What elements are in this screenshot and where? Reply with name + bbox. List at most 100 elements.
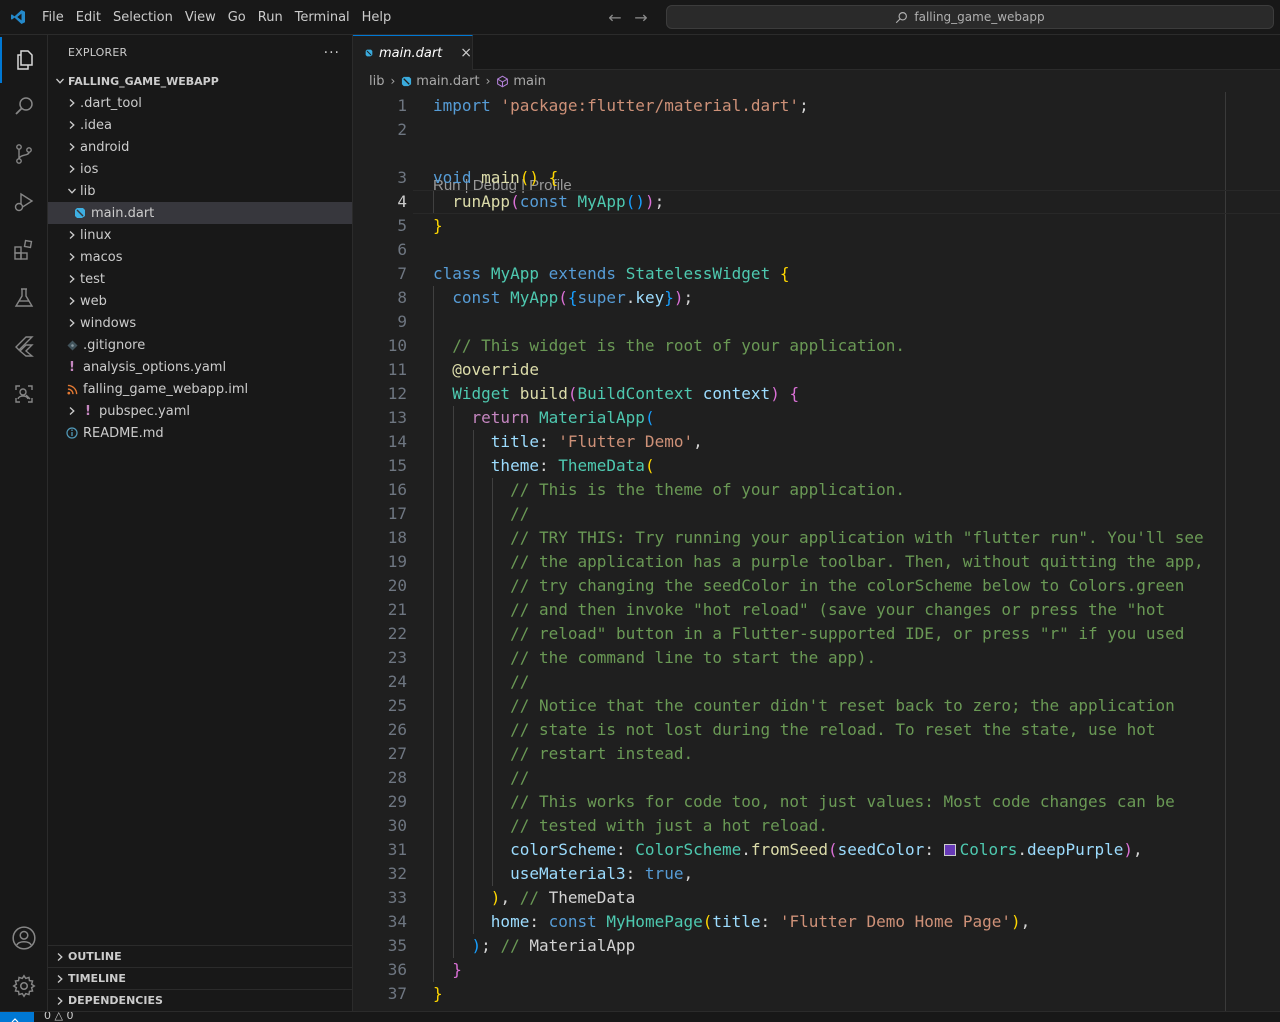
chevron-right-icon <box>64 318 80 328</box>
code-token: // restart instead. <box>510 744 694 763</box>
code-token: // <box>510 504 530 523</box>
menu-go[interactable]: Go <box>222 0 252 35</box>
color-swatch-icon[interactable] <box>943 844 956 856</box>
panel-title: OUTLINE <box>68 950 122 963</box>
code-line: 10 // This widget is the root of your ap… <box>353 334 1280 358</box>
line-source: // Notice that the counter didn't reset … <box>433 694 1175 718</box>
testing-icon[interactable] <box>0 275 48 321</box>
chevron-right-icon <box>64 252 80 262</box>
tree-item-lib[interactable]: lib <box>48 180 352 202</box>
code-token: MyApp <box>490 264 539 283</box>
code-token: colorScheme <box>510 840 617 859</box>
tree-item-label: .dart_tool <box>80 95 142 111</box>
line-number: 37 <box>387 984 407 1003</box>
line-number: 4 <box>397 192 407 211</box>
project-folder-header[interactable]: FALLING_GAME_WEBAPP <box>48 70 352 92</box>
run-debug-icon[interactable] <box>0 179 48 225</box>
remote-indicator-button[interactable] <box>0 1012 34 1022</box>
menu-edit[interactable]: Edit <box>70 0 107 35</box>
line-source: ), // ThemeData <box>433 886 636 910</box>
menu-help[interactable]: Help <box>356 0 398 35</box>
back-arrow-icon[interactable]: ← <box>606 8 624 27</box>
explorer-icon[interactable] <box>0 37 48 83</box>
tree-item-dart-tool[interactable]: .dart_tool <box>48 92 352 114</box>
breadcrumb-item-file[interactable]: main.dart <box>416 74 479 89</box>
tree-item-idea[interactable]: .idea <box>48 114 352 136</box>
search-icon <box>896 11 908 23</box>
search-icon[interactable] <box>0 83 48 129</box>
dart-file-icon <box>72 207 88 219</box>
tab-main-dart[interactable]: main.dart × <box>353 35 473 70</box>
code-token: . <box>741 840 751 859</box>
menu-file[interactable]: File <box>36 0 70 35</box>
code-token: // This is the theme of your application… <box>510 480 906 499</box>
tree-item-main-dart[interactable]: main.dart <box>48 202 352 224</box>
code-token: { <box>779 264 790 283</box>
chevron-down-icon <box>52 76 68 86</box>
tree-item-web[interactable]: web <box>48 290 352 312</box>
code-token: // <box>519 888 549 907</box>
tree-item-analysis-options-yaml[interactable]: ! analysis_options.yaml <box>48 356 352 378</box>
code-token: // state is not lost during the reload. … <box>510 720 1156 739</box>
tree-item-macos[interactable]: macos <box>48 246 352 268</box>
code-token: // reload" button in a Flutter-supported… <box>510 624 1185 643</box>
dart-file-icon <box>402 76 412 86</box>
code-token: // the command line to start the app). <box>510 648 877 667</box>
line-number: 28 <box>387 768 407 787</box>
code-line: 20 // try changing the seedColor in the … <box>353 574 1280 598</box>
code-line: 5} <box>353 214 1280 238</box>
more-actions-icon[interactable]: ··· <box>324 45 340 61</box>
panel-timeline[interactable]: TIMELINE <box>48 967 352 989</box>
code-token: // Notice that the counter didn't reset … <box>510 696 1175 715</box>
tree-item-gitignore[interactable]: .gitignore <box>48 334 352 356</box>
remote-explorer-icon[interactable] <box>0 371 48 417</box>
code-token: Colors <box>959 840 1018 859</box>
breadcrumb-item-lib[interactable]: lib <box>369 74 384 89</box>
line-source: // <box>433 766 529 790</box>
line-source: // This works for code too, not just val… <box>433 790 1175 814</box>
flutter-icon[interactable] <box>0 323 48 369</box>
forward-arrow-icon[interactable]: → <box>632 8 650 27</box>
tree-item-test[interactable]: test <box>48 268 352 290</box>
code-editor[interactable]: Run | Debug | Profile 1 import 'package:f… <box>353 92 1280 1011</box>
menu-run[interactable]: Run <box>252 0 289 35</box>
line-number: 23 <box>387 648 407 667</box>
manage-gear-icon[interactable] <box>0 963 48 1009</box>
breadcrumb-item-symbol[interactable]: main <box>513 74 545 89</box>
problems-indicator[interactable]: 0 △ 0 <box>44 1012 73 1022</box>
code-token: key <box>635 288 665 307</box>
tree-item-ios[interactable]: ios <box>48 158 352 180</box>
code-line: 28 // <box>353 766 1280 790</box>
menu-view[interactable]: View <box>179 0 222 35</box>
code-token: ; <box>481 936 501 955</box>
tree-item-pubspec-yaml[interactable]: ! pubspec.yaml <box>48 400 352 422</box>
line-number: 5 <box>397 216 407 235</box>
menu-selection[interactable]: Selection <box>107 0 179 35</box>
panel-outline[interactable]: OUTLINE <box>48 945 352 967</box>
code-line: 11 @override <box>353 358 1280 382</box>
tree-item-readme-md[interactable]: README.md <box>48 422 352 444</box>
panel-title: DEPENDENCIES <box>68 994 163 1007</box>
code-token: deepPurple <box>1027 840 1124 859</box>
tree-item-falling-game-webapp-iml[interactable]: falling_game_webapp.iml <box>48 378 352 400</box>
tree-item-android[interactable]: android <box>48 136 352 158</box>
accounts-icon[interactable] <box>0 915 48 961</box>
line-source: // the command line to start the app). <box>433 646 876 670</box>
tree-item-windows[interactable]: windows <box>48 312 352 334</box>
extensions-icon[interactable] <box>0 227 48 273</box>
command-center[interactable]: falling_game_webapp <box>666 5 1274 29</box>
close-icon[interactable]: × <box>460 45 472 61</box>
panel-dependencies[interactable]: DEPENDENCIES <box>48 989 352 1011</box>
line-number: 6 <box>397 240 407 259</box>
code-line: 4 runApp(const MyApp()); <box>353 190 1280 214</box>
code-line: 26 // state is not lost during the reloa… <box>353 718 1280 742</box>
file-tree: .dart_tool .idea android ios lib main.dart lin… <box>48 92 352 444</box>
menu-terminal[interactable]: Terminal <box>289 0 356 35</box>
source-control-icon[interactable] <box>0 131 48 177</box>
tree-item-linux[interactable]: linux <box>48 224 352 246</box>
code-token: true <box>644 864 684 883</box>
